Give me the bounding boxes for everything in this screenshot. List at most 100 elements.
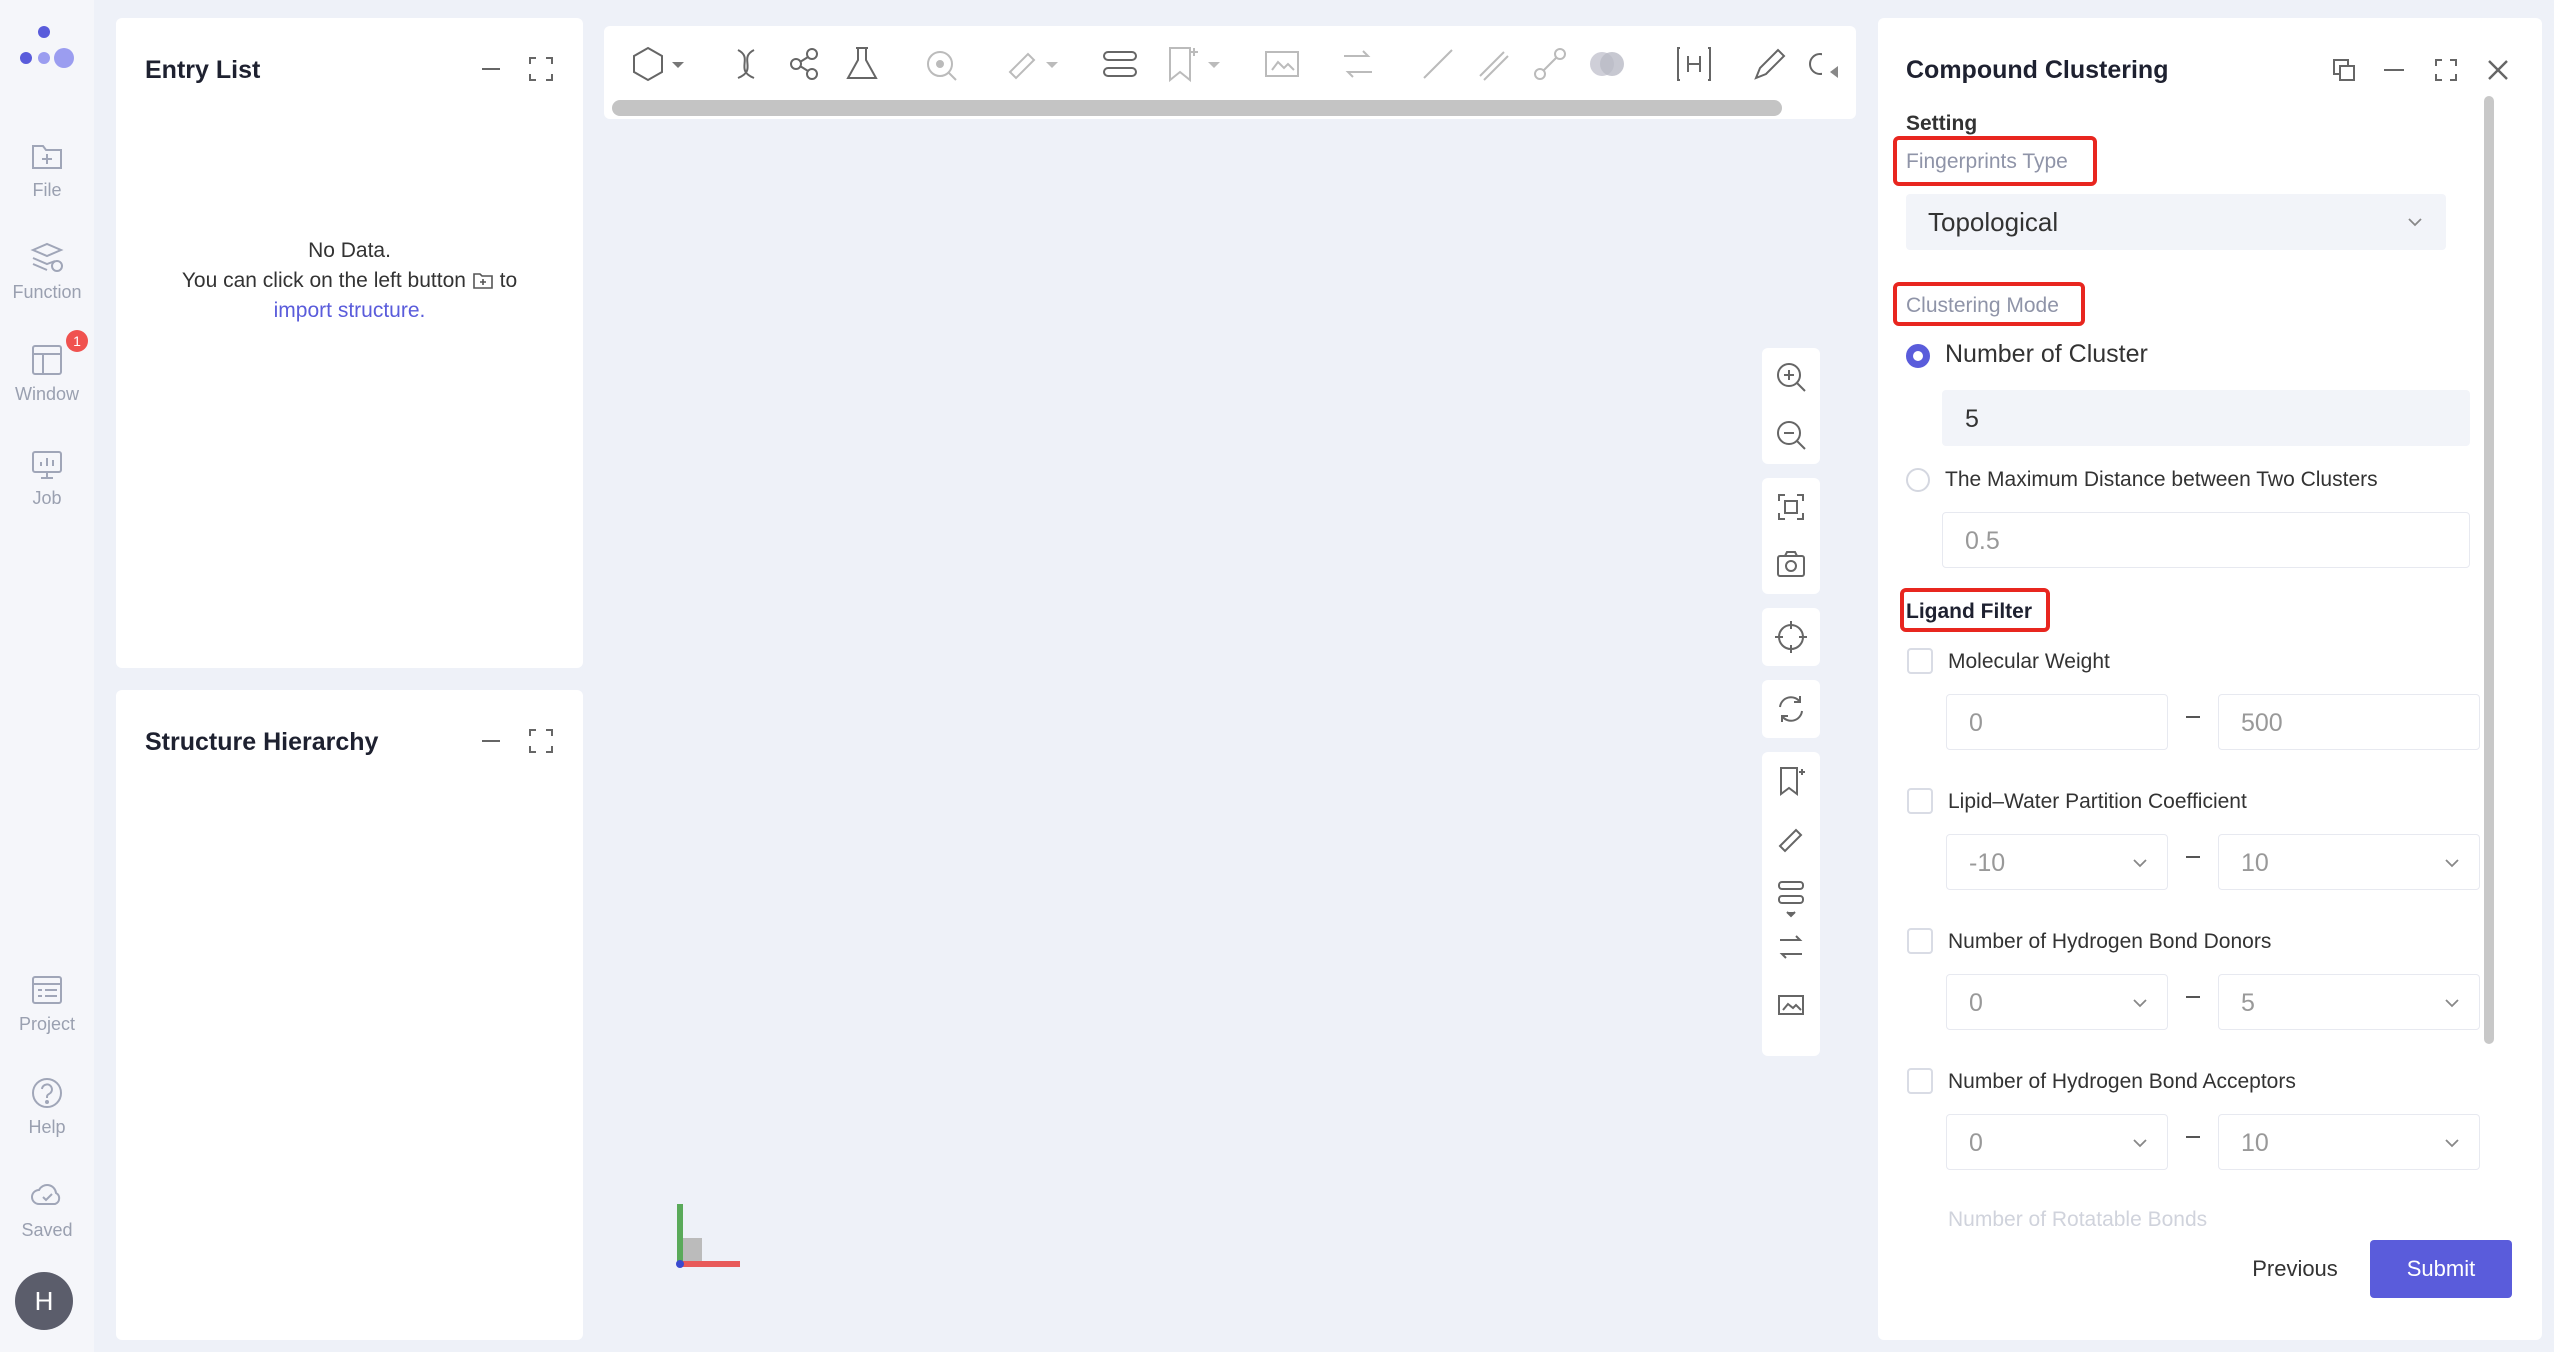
fingerprints-type-label: Fingerprints Type	[1906, 150, 2068, 173]
maximize-icon[interactable]	[2432, 56, 2460, 84]
ruler-icon[interactable]	[1000, 42, 1044, 86]
select-value: Topological	[1928, 207, 2059, 237]
annotation-group	[1762, 752, 1820, 1056]
chevron-down-icon	[2133, 999, 2147, 1008]
zoom-out-icon[interactable]	[1762, 406, 1820, 464]
min-select[interactable]: 0	[1946, 974, 2168, 1030]
max-select[interactable]: 5	[2218, 974, 2480, 1030]
panel-scrollbar[interactable]	[2484, 96, 2494, 1044]
empty-text: No Data.	[308, 239, 391, 262]
chevron-down-icon	[2133, 859, 2147, 868]
min-input[interactable]: 0	[1946, 694, 2168, 750]
rail-label: Project	[18, 1014, 76, 1034]
close-icon[interactable]	[2484, 56, 2512, 84]
filter-label: Number of Hydrogen Bond Donors	[1948, 930, 2272, 953]
checkbox-lipid-water[interactable]	[1907, 788, 1933, 814]
chevron-down-icon[interactable]	[1042, 42, 1062, 86]
rail-item-job[interactable]: Job	[0, 446, 94, 509]
rail-item-function[interactable]: Function	[0, 240, 94, 303]
hexagon-icon[interactable]	[626, 42, 670, 86]
rotate-icon[interactable]	[1762, 680, 1820, 738]
toolbar-scrollbar[interactable]	[612, 100, 1782, 116]
rail-item-file[interactable]: File	[0, 138, 94, 201]
zoom-in-icon[interactable]	[1762, 348, 1820, 406]
bond-icon[interactable]	[1528, 42, 1572, 86]
bookmark-add-icon[interactable]	[1762, 752, 1820, 810]
clustering-mode-label: Clustering Mode	[1906, 294, 2059, 317]
maximize-icon[interactable]	[526, 54, 556, 84]
user-avatar[interactable]: H	[15, 1272, 73, 1330]
range-dash	[2186, 856, 2200, 858]
previous-button[interactable]: Previous	[2228, 1248, 2362, 1290]
swap-icon[interactable]	[1762, 918, 1820, 976]
range-dash	[2186, 996, 2200, 998]
rail-label: Help	[28, 1117, 66, 1137]
checkbox-hbond-donors[interactable]	[1907, 928, 1933, 954]
viewer-toolbar	[604, 26, 1856, 119]
import-structure-link[interactable]: import structure.	[274, 299, 426, 322]
max-select[interactable]: 10	[2218, 1114, 2480, 1170]
minimize-icon[interactable]	[2380, 56, 2408, 84]
max-input[interactable]: 500	[2218, 694, 2480, 750]
rail-item-project[interactable]: Project	[0, 972, 94, 1035]
sequence-icon[interactable]	[1762, 868, 1820, 918]
chevron-down-icon	[2445, 859, 2459, 868]
maximize-icon[interactable]	[526, 726, 556, 756]
number-of-cluster-input[interactable]: 5	[1942, 390, 2470, 446]
crosshair-icon[interactable]	[1762, 608, 1820, 666]
chevron-down-icon[interactable]	[668, 42, 688, 86]
max-select[interactable]: 10	[2218, 834, 2480, 890]
min-select[interactable]: -10	[1946, 834, 2168, 890]
restore-icon[interactable]	[2330, 56, 2358, 84]
option-max-distance[interactable]: The Maximum Distance between Two Cluster…	[1945, 468, 2378, 492]
line-icon[interactable]	[1416, 42, 1460, 86]
molecule-viewer[interactable]	[604, 26, 1856, 1336]
collapse-arrow-icon[interactable]	[1826, 62, 1842, 82]
target-search-icon[interactable]	[920, 42, 964, 86]
fingerprints-type-select[interactable]: Topological	[1906, 194, 2446, 250]
pencil-icon[interactable]	[1748, 42, 1792, 86]
fit-view-icon[interactable]	[1762, 478, 1820, 536]
rail-item-saved[interactable]: Saved	[0, 1178, 94, 1241]
help-icon	[32, 1078, 62, 1108]
file-add-icon	[32, 145, 62, 169]
structure-hierarchy-panel: Structure Hierarchy	[116, 690, 583, 1340]
swap-icon[interactable]	[1336, 42, 1380, 86]
map-icon[interactable]	[1762, 976, 1820, 1034]
radio-number-of-cluster[interactable]	[1906, 344, 1930, 368]
minimize-icon[interactable]	[476, 726, 506, 756]
flask-icon[interactable]	[840, 42, 884, 86]
center-group	[1762, 608, 1820, 666]
submit-button[interactable]: Submit	[2370, 1240, 2512, 1298]
rail-item-window[interactable]: 1 Window	[0, 330, 94, 405]
rail-item-help[interactable]: Help	[0, 1075, 94, 1138]
max-distance-input[interactable]: 0.5	[1942, 512, 2470, 568]
left-rail: File Function 1 Window Job Project Help	[0, 0, 94, 1352]
axis-gizmo	[676, 1204, 740, 1268]
hydrogen-icon[interactable]	[1672, 42, 1716, 86]
cloud-icon	[31, 1184, 61, 1205]
ruler-icon[interactable]	[1762, 810, 1820, 868]
radio-max-distance[interactable]	[1906, 468, 1930, 492]
faded-filter-label: Number of Rotatable Bonds	[1948, 1208, 2208, 1231]
surface-icon[interactable]	[1584, 42, 1628, 86]
double-line-icon[interactable]	[1472, 42, 1516, 86]
app-logo-icon[interactable]	[14, 18, 78, 78]
dna-icon[interactable]	[724, 42, 768, 86]
map-icon[interactable]	[1260, 42, 1304, 86]
checkbox-hbond-acceptors[interactable]	[1907, 1068, 1933, 1094]
section-setting: Setting	[1906, 112, 1978, 135]
minimize-icon[interactable]	[476, 54, 506, 84]
chevron-down-icon	[2408, 218, 2422, 227]
option-number-of-cluster[interactable]: Number of Cluster	[1945, 340, 2148, 369]
bookmark-add-icon[interactable]	[1160, 42, 1204, 86]
zoom-group	[1762, 348, 1820, 464]
checkbox-molecular-weight[interactable]	[1907, 648, 1933, 674]
camera-icon[interactable]	[1762, 536, 1820, 594]
chevron-down-icon[interactable]	[1204, 42, 1224, 86]
molecule-icon[interactable]	[782, 42, 826, 86]
filter-label: Molecular Weight	[1948, 650, 2110, 673]
settings-partial-icon[interactable]	[1800, 42, 1822, 86]
min-select[interactable]: 0	[1946, 1114, 2168, 1170]
sequence-icon[interactable]	[1098, 42, 1142, 86]
